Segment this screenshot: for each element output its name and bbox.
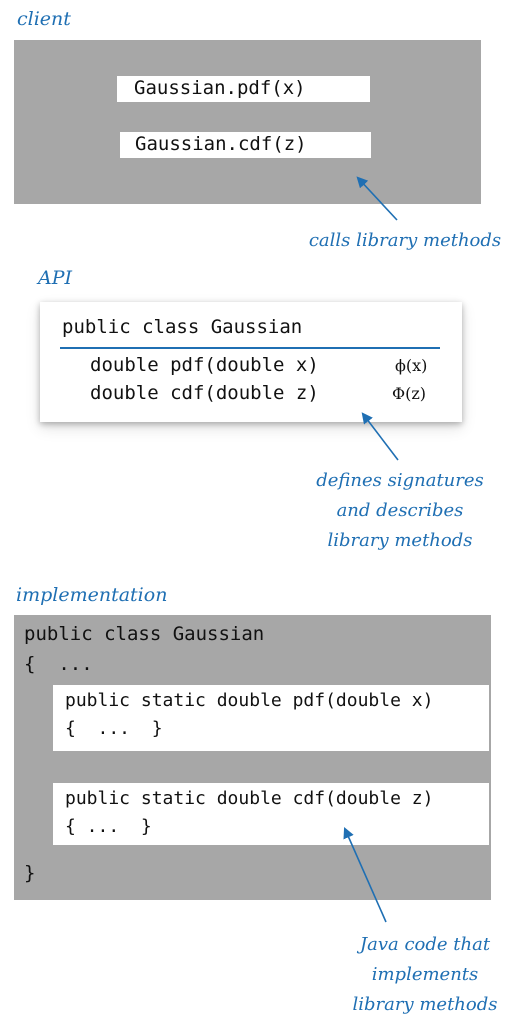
arrows-layer	[343, 176, 399, 923]
implementation-arrow	[343, 826, 387, 923]
client-arrow	[356, 176, 398, 221]
api-arrow	[361, 412, 399, 461]
